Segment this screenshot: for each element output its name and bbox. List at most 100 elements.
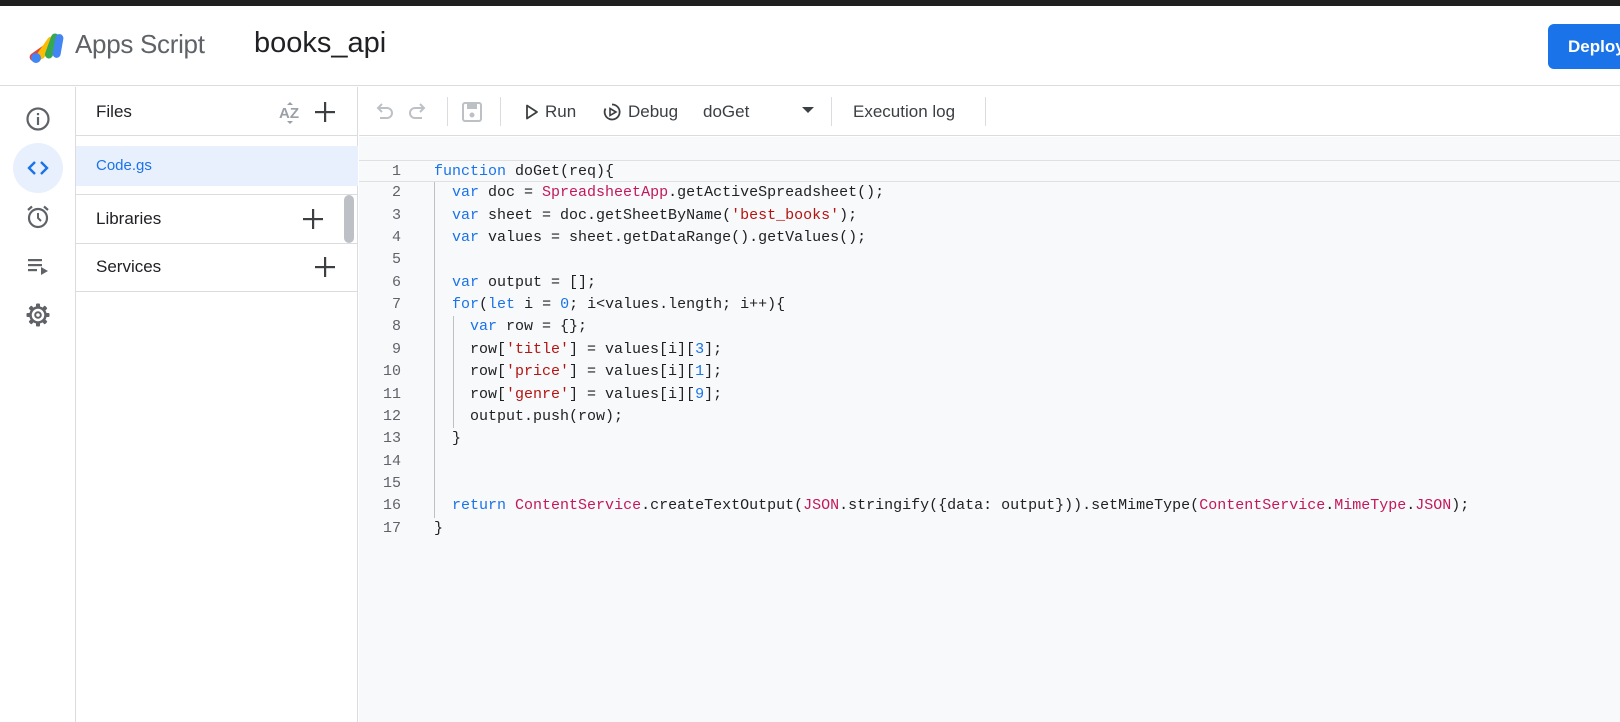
undo-icon[interactable] bbox=[371, 99, 397, 125]
function-select-value: doGet bbox=[703, 102, 750, 121]
save-icon[interactable] bbox=[459, 99, 485, 125]
code-token: JSON bbox=[803, 497, 840, 515]
code-line[interactable]: 9 row['title'] = values[i][3]; bbox=[359, 339, 1620, 361]
function-select[interactable]: doGet bbox=[703, 99, 823, 125]
code-token: 'price' bbox=[506, 363, 570, 381]
indent-guide bbox=[453, 316, 454, 429]
code-line[interactable]: 4 var values = sheet.getDataRange().getV… bbox=[359, 227, 1620, 249]
code-text: row['title'] = values[i][3]; bbox=[434, 339, 722, 361]
code-token: ContentService bbox=[515, 497, 642, 515]
app-header: Apps Script books_api Deploy bbox=[0, 6, 1620, 86]
code-line[interactable]: 13 } bbox=[359, 428, 1620, 450]
code-line[interactable]: 3 var sheet = doc.getSheetByName('best_b… bbox=[359, 205, 1620, 227]
code-token: for bbox=[452, 296, 480, 314]
debug-button[interactable]: Debug bbox=[602, 99, 678, 125]
code-line[interactable]: 10 row['price'] = values[i][1]; bbox=[359, 361, 1620, 383]
code-token: ] = values[i][ bbox=[569, 385, 696, 403]
gear-icon bbox=[26, 303, 50, 327]
toolbar-divider bbox=[831, 97, 832, 126]
files-panel-scrollbar[interactable] bbox=[344, 195, 354, 243]
code-token: let bbox=[488, 296, 516, 314]
code-token: ]; bbox=[704, 385, 723, 403]
add-library-icon[interactable] bbox=[300, 206, 326, 232]
code-token: ContentService bbox=[1199, 497, 1326, 515]
code-editor[interactable]: 1 function doGet(req){2 var doc = Spreads… bbox=[359, 137, 1620, 722]
nav-editor[interactable] bbox=[13, 143, 63, 193]
code-icon bbox=[27, 161, 49, 175]
code-token: 3 bbox=[695, 340, 705, 358]
code-text: for(let i = 0; i<values.length; i++){ bbox=[434, 294, 785, 316]
code-token: doGet(req){ bbox=[506, 163, 615, 180]
code-line[interactable]: 6 var output = []; bbox=[359, 272, 1620, 294]
code-token: ] = values[i][ bbox=[569, 363, 696, 381]
execution-log-button[interactable]: Execution log bbox=[853, 99, 955, 125]
line-number: 16 bbox=[382, 497, 401, 515]
code-text: row['genre'] = values[i][9]; bbox=[434, 384, 722, 406]
code-token: var bbox=[452, 229, 480, 247]
toolbar-divider bbox=[500, 97, 501, 126]
services-label: Services bbox=[96, 257, 162, 276]
code-token: ( bbox=[479, 296, 489, 314]
code-line[interactable]: 16 return ContentService.createTextOutpu… bbox=[359, 495, 1620, 517]
code-line[interactable]: 12 output.push(row); bbox=[359, 406, 1620, 428]
nav-executions[interactable] bbox=[13, 241, 63, 291]
code-token: 'title' bbox=[506, 340, 570, 358]
code-line[interactable]: 14 bbox=[359, 451, 1620, 473]
code-token: var bbox=[452, 184, 480, 202]
code-text: var output = []; bbox=[434, 272, 596, 294]
code-line[interactable]: 7 for(let i = 0; i<values.length; i++){ bbox=[359, 294, 1620, 316]
toolbar-divider bbox=[985, 97, 986, 126]
code-line[interactable]: 11 row['genre'] = values[i][9]; bbox=[359, 384, 1620, 406]
line-number: 7 bbox=[391, 296, 401, 314]
code-line[interactable]: 5 bbox=[359, 249, 1620, 271]
svg-text:AZ: AZ bbox=[279, 105, 299, 122]
line-number: 1 bbox=[391, 163, 401, 180]
add-service-icon[interactable] bbox=[312, 254, 338, 280]
nav-overview[interactable] bbox=[13, 94, 63, 144]
code-token: var bbox=[452, 206, 480, 224]
code-token: .createTextOutput( bbox=[641, 497, 804, 515]
file-item-code-gs[interactable]: Code.gs bbox=[76, 146, 358, 186]
code-text: var row = {}; bbox=[434, 316, 587, 338]
debug-icon bbox=[603, 103, 621, 121]
deploy-button[interactable]: Deploy bbox=[1548, 24, 1620, 69]
line-number: 2 bbox=[391, 184, 401, 202]
files-label: Files bbox=[96, 102, 132, 121]
code-token: .stringify({data: output})).setMimeType( bbox=[839, 497, 1200, 515]
code-token: sheet = doc.getSheetByName( bbox=[479, 206, 732, 224]
code-line[interactable]: 2 var doc = SpreadsheetApp.getActiveSpre… bbox=[359, 182, 1620, 204]
nav-triggers[interactable] bbox=[13, 192, 63, 242]
code-text: } bbox=[434, 518, 443, 540]
code-line[interactable]: 1 function doGet(req){ bbox=[359, 160, 1620, 182]
code-line[interactable]: 8 var row = {}; bbox=[359, 316, 1620, 338]
code-token: MimeType bbox=[1334, 497, 1407, 515]
line-number: 9 bbox=[391, 340, 401, 358]
line-number: 15 bbox=[382, 474, 401, 492]
code-text: var sheet = doc.getSheetByName('best_boo… bbox=[434, 205, 857, 227]
code-token: ]; bbox=[704, 363, 723, 381]
list-play-icon bbox=[28, 259, 48, 275]
nav-settings[interactable] bbox=[13, 290, 63, 340]
sort-az-icon[interactable]: AZ bbox=[278, 100, 306, 126]
code-token: ] = values[i][ bbox=[569, 340, 696, 358]
code-token: row[ bbox=[434, 340, 507, 358]
project-title[interactable]: books_api bbox=[254, 27, 386, 60]
code-text: } bbox=[434, 428, 461, 450]
code-line[interactable]: 17} bbox=[359, 518, 1620, 540]
line-number: 6 bbox=[391, 273, 401, 291]
code-token: 'genre' bbox=[506, 385, 570, 403]
redo-icon[interactable] bbox=[405, 99, 431, 125]
indent-guide bbox=[434, 182, 435, 518]
line-number: 3 bbox=[391, 206, 401, 224]
code-line[interactable]: 15 bbox=[359, 473, 1620, 495]
code-token: . bbox=[1406, 497, 1416, 515]
add-file-icon[interactable] bbox=[312, 99, 338, 125]
run-button[interactable]: Run bbox=[525, 99, 576, 125]
